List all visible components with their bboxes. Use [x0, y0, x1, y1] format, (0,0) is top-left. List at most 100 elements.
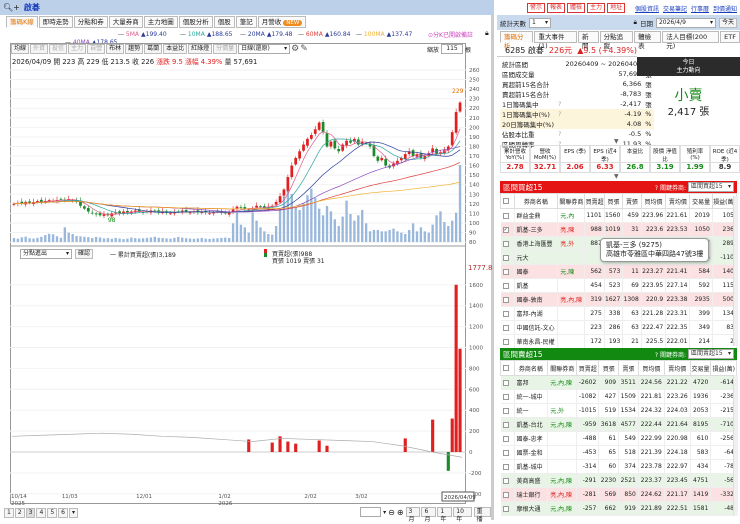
page-button-2[interactable]: 2	[14, 508, 25, 518]
checkbox[interactable]	[502, 449, 509, 456]
column-header[interactable]: 券商名稱	[513, 360, 549, 376]
column-header[interactable]: 賣均價	[665, 193, 691, 209]
broker-name[interactable]: 國泰-敦南	[514, 292, 559, 307]
checkbox[interactable]	[502, 505, 509, 512]
toolbar-button-1[interactable]: 外資	[30, 44, 49, 54]
checkbox[interactable]	[502, 435, 509, 442]
column-header[interactable]: 券商名稱	[513, 193, 559, 209]
column-header[interactable]: 關聯券商	[557, 193, 586, 209]
checkbox[interactable]	[502, 463, 509, 470]
lock-icon[interactable]: 🔒︎	[634, 18, 637, 27]
toolbar-button-3[interactable]: 主力	[68, 44, 87, 54]
gear-icon[interactable]: ⚙	[291, 44, 299, 54]
table-row[interactable]: 國泰 元,陳 562 573 11 223.27 221.41 584 140	[500, 264, 738, 279]
checkbox[interactable]	[502, 240, 509, 247]
checkbox[interactable]	[502, 365, 509, 371]
today-button[interactable]: 今天	[718, 17, 737, 28]
action-button-3[interactable]: 主力	[587, 3, 606, 13]
row-checkbox[interactable]	[500, 250, 515, 265]
table-row[interactable]: ✓ 凱基-三多 亮,陳 988 1019 31 223.6 223.53 1050 236	[500, 222, 738, 237]
row-checkbox[interactable]	[500, 501, 515, 516]
table-row[interactable]: 中國信託-文心 223 286 63 222.47 222.35 349 83	[500, 320, 738, 335]
info-tab-1[interactable]: 重大事件(1)	[534, 31, 577, 50]
table-row[interactable]: 凱基 454 523 69 223.95 227.14 592 115	[500, 278, 738, 293]
toolbar-button-4[interactable]: 自營	[87, 44, 106, 54]
help-icon[interactable]	[556, 69, 563, 79]
checkbox[interactable]	[502, 393, 509, 400]
help-icon[interactable]	[556, 119, 563, 129]
help-icon[interactable]: ?	[556, 129, 563, 139]
page-button-4[interactable]: 4	[36, 508, 47, 518]
page-button-6[interactable]: 6	[58, 508, 68, 518]
broker-name[interactable]: 凱基	[514, 278, 559, 293]
checkbox[interactable]	[502, 296, 509, 303]
table-row[interactable]: 富邦 元,內,陳 -2602 909 3511 224.56 221.22 4720 -614	[500, 375, 737, 390]
broker-name[interactable]: 凱基-台北	[514, 417, 549, 432]
column-header[interactable]: 賣均價	[663, 360, 691, 376]
table-row[interactable]: 凱基-城中 -314 60 374 223.78 222.97 434 -78	[500, 459, 737, 474]
toolbar-button-7[interactable]: 葛蘭	[144, 44, 163, 54]
replay-button[interactable]: 重播	[473, 507, 491, 523]
info-tab-0[interactable]: 籌碼分析	[500, 31, 534, 50]
table-row[interactable]: 國泰-敦南 亮,內,陳 319 1627 1308 220.9 223.38 2935 500	[500, 292, 738, 307]
page-button-3[interactable]: 3	[25, 508, 36, 518]
toolbar-button-0[interactable]: 均線	[11, 44, 30, 54]
range-button[interactable]: 1年	[437, 507, 453, 523]
date-input[interactable]: 2026/4/9 ▾	[655, 17, 716, 28]
broker-name[interactable]: 國泰-忠孝	[514, 431, 549, 446]
key-broker-select[interactable]: 區間賣超15 ▾	[688, 349, 734, 359]
link-0[interactable]: 個股資訊	[635, 4, 659, 13]
action-button-2[interactable]: 體檢	[567, 3, 586, 13]
action-button-1[interactable]: 報表	[547, 3, 566, 13]
broker-name[interactable]: 富邦	[514, 375, 549, 390]
range-button[interactable]: 3月	[405, 507, 421, 523]
row-checkbox[interactable]	[500, 459, 515, 474]
column-header[interactable]: 買均價	[637, 360, 665, 376]
info-tab-6[interactable]: ETF	[720, 31, 740, 43]
checkbox[interactable]	[502, 477, 509, 484]
broker-name[interactable]: 統一	[514, 403, 549, 418]
column-header[interactable]: 交易量	[689, 360, 712, 376]
broker-name[interactable]: 富邦-內湖	[514, 306, 559, 321]
row-checkbox[interactable]	[500, 445, 515, 460]
table-row[interactable]: 富邦-內湖 275 338 63 221.28 223.31 399 134	[500, 306, 738, 321]
checkbox[interactable]	[502, 491, 509, 498]
period-select[interactable]: 日線(還原) ▾	[238, 44, 291, 54]
range-button[interactable]: 10年	[453, 507, 472, 523]
table-row[interactable]: 摩根大通 元,內,陳 -257 662 919 221.89 222.51 1581 -48	[500, 501, 737, 516]
table-row[interactable]: 統一 元,外 -1015 519 1534 224.32 224.03 2053 -215	[500, 403, 737, 418]
confirm-button[interactable]: 確認	[75, 249, 94, 259]
checkbox[interactable]	[502, 379, 509, 386]
range-button[interactable]: 6月	[421, 507, 437, 523]
row-checkbox[interactable]	[500, 389, 515, 404]
toolbar-button-9[interactable]: 紅綠燈	[188, 44, 213, 54]
info-tab-5[interactable]: 法人目標(200元)	[662, 31, 720, 50]
row-checkbox[interactable]	[500, 473, 515, 488]
zoom-input[interactable]: 115	[441, 44, 464, 54]
row-checkbox[interactable]	[500, 306, 515, 321]
broker-name[interactable]: 中國信託-文心	[514, 320, 559, 335]
row-checkbox[interactable]	[500, 417, 515, 432]
broker-name[interactable]: 元大	[514, 250, 559, 265]
column-header[interactable]: 損益(萬)	[710, 360, 737, 376]
row-checkbox[interactable]	[500, 320, 515, 335]
expand-icon[interactable]: ▼	[614, 173, 619, 180]
page-button-5[interactable]: 5	[47, 508, 58, 518]
checkbox[interactable]	[502, 324, 509, 331]
column-header[interactable]: 買張	[598, 360, 620, 376]
broker-name[interactable]: 國泰	[514, 264, 559, 279]
column-header[interactable]: 賣張	[622, 193, 642, 209]
info-tab-2[interactable]: 新聞	[577, 31, 599, 50]
range-input[interactable]	[360, 507, 382, 517]
checkbox[interactable]	[502, 212, 509, 219]
key-broker-select[interactable]: 區間買超15 ▾	[688, 182, 734, 192]
toolbar-button-8[interactable]: 本益比	[163, 44, 188, 54]
info-tab-3[interactable]: 分點追蹤	[599, 31, 634, 50]
row-checkbox[interactable]	[500, 487, 515, 502]
zoom-in-icon[interactable]: ⊕	[397, 508, 404, 517]
column-header[interactable]: 買均價	[640, 193, 667, 209]
row-checkbox[interactable]	[500, 403, 515, 418]
column-header[interactable]: 買張	[603, 193, 624, 209]
column-header[interactable]: 交易量	[689, 193, 713, 209]
broker-select[interactable]: 分點進出 ▾	[20, 249, 72, 259]
